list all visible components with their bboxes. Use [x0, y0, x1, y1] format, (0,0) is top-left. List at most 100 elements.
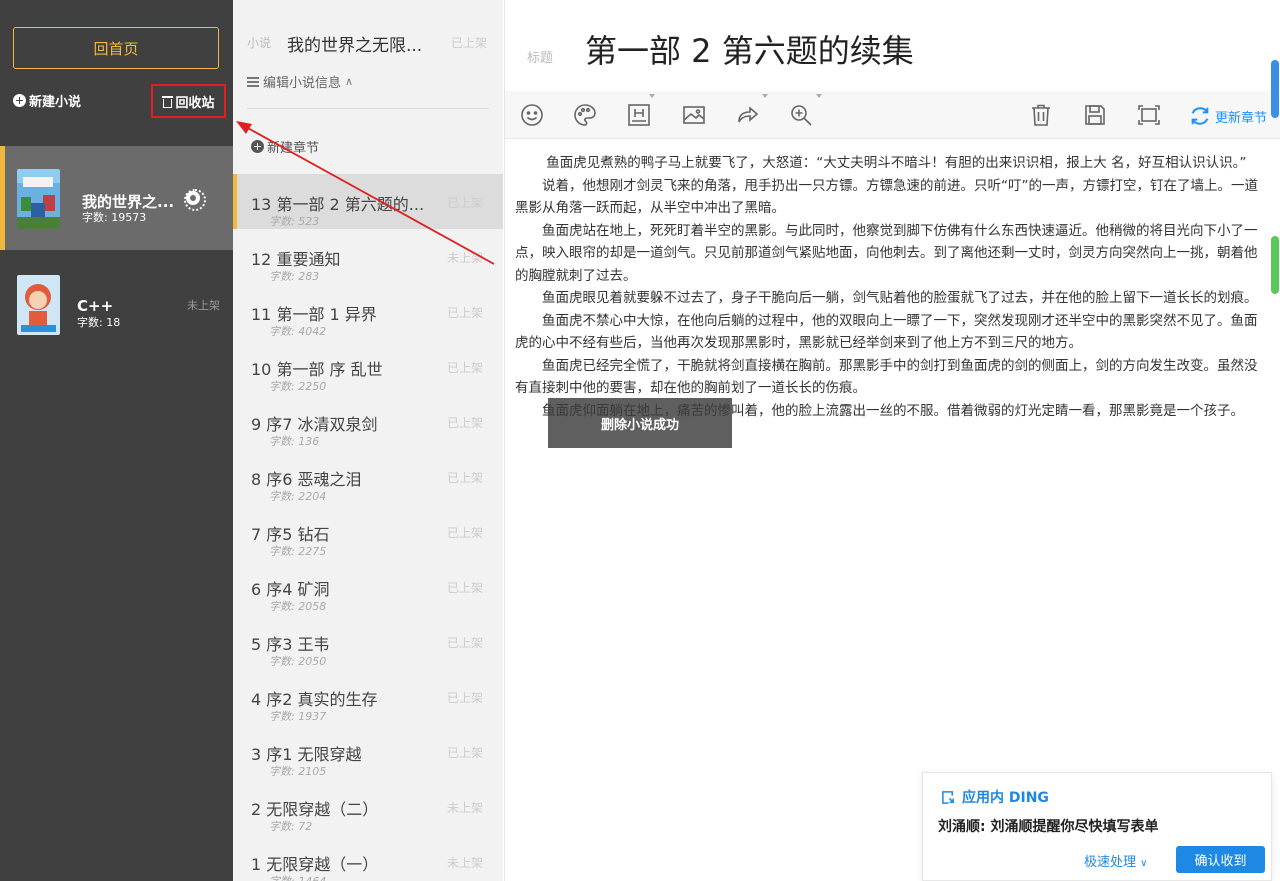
confirm-received-button[interactable]: 确认收到 — [1176, 846, 1265, 873]
chapter-word-count: 字数: 1937 — [269, 710, 327, 723]
chapter-word-count: 字数: 2275 — [269, 545, 327, 558]
chapter-status: 未上架 — [447, 251, 484, 265]
chapter-item[interactable]: 4 序2 真实的生存 字数: 1937 已上架 — [233, 669, 503, 724]
caret-down-icon[interactable] — [762, 94, 768, 98]
novel-item[interactable]: 我的世界之... 字数: 19573 — [0, 146, 233, 250]
chapter-status: 已上架 — [447, 636, 484, 650]
chapter-word-count: 字数: 283 — [269, 270, 320, 283]
chapter-item[interactable]: 9 序7 冰清双泉剑 字数: 136 已上架 — [233, 394, 503, 449]
novel-status: 未上架 — [187, 299, 220, 312]
caret-down-icon[interactable] — [816, 94, 822, 98]
new-chapter-button[interactable]: 新建章节 — [251, 137, 319, 156]
edit-novel-info-label: 编辑小说信息 — [263, 76, 342, 91]
content-paragraph: 鱼面虎不禁心中大惊，在他向后躺的过程中，他的双眼向上一瞟了一下，突然发现刚才还半… — [515, 312, 1258, 352]
chapter-item[interactable]: 1 无限穿越（一）字数: 1464 未上架 — [233, 834, 503, 881]
home-button[interactable]: 回首页 — [13, 27, 219, 69]
chapter-word-count: 字数: 1464 — [269, 873, 326, 881]
chapter-content-editor[interactable]: 鱼面虎见煮熟的鸭子马上就要飞了，大怒道：“大丈夫明斗不暗斗！有胆的出来识识相，报… — [515, 152, 1267, 422]
chapter-item[interactable]: 3 序1 无限穿越 字数: 2105 已上架 — [233, 724, 503, 779]
quick-process-button[interactable]: 极速处理 ∨ — [1084, 851, 1147, 870]
chapter-item[interactable]: 13 第一部 2 第六题的... 字数: 523 已上架 — [233, 174, 503, 229]
chapter-word-count: 字数: 2105 — [269, 765, 327, 778]
novel-item[interactable]: C++ 字数: 18 未上架 — [0, 252, 233, 356]
chapter-item[interactable]: 11 第一部 1 异界 字数: 4042 已上架 — [233, 284, 503, 339]
content-paragraph: 说着，他想刚才剑灵飞来的角落，甩手扔出一只方镖。方镖急速的前进。只听“叮”的一声… — [515, 177, 1258, 217]
chapter-status: 已上架 — [447, 581, 484, 595]
chapter-word-count: 字数: 2204 — [269, 490, 327, 503]
trash-icon[interactable] — [1029, 103, 1053, 127]
chapter-title-input[interactable]: 第一部 2 第六题的续集 — [585, 26, 914, 72]
save-icon[interactable] — [1083, 103, 1107, 127]
chapter-status: 已上架 — [447, 746, 484, 760]
app-root: 回首页 新建小说 回收站 我的世界之... 字数: 19573 C++ 字数: … — [0, 0, 1280, 881]
chapter-status: 已上架 — [447, 526, 484, 540]
new-chapter-label: 新建章节 — [267, 141, 320, 156]
update-chapter-label: 更新章节 — [1215, 110, 1268, 126]
ding-message: 刘涌顺: 刘涌顺提醒你尽快填写表单 — [938, 819, 1159, 835]
caret-down-icon[interactable] — [649, 94, 655, 98]
novel-word-count: 字数: 19573 — [82, 211, 147, 224]
plus-circle-icon — [251, 140, 264, 153]
sidebar: 回首页 新建小说 回收站 我的世界之... 字数: 19573 C++ 字数: … — [0, 0, 233, 881]
novel-cover-image — [17, 275, 60, 335]
emoji-icon[interactable] — [520, 103, 544, 127]
chapter-item[interactable]: 2 无限穿越（二） 字数: 72 未上架 — [233, 779, 503, 834]
chapter-item[interactable]: 10 第一部 序 乱世 字数: 2250 已上架 — [233, 339, 503, 394]
content-paragraph: 鱼面虎已经完全慌了，干脆就将剑直接横在胸前。那黑影手中的剑打到鱼面虎的剑的侧面上… — [515, 357, 1258, 397]
chapter-title: 7 序5 钻石 — [251, 525, 330, 544]
novel-word-count: 字数: 18 — [77, 316, 121, 329]
chapter-word-count: 字数: 523 — [269, 215, 320, 228]
chapter-title: 2 无限穿越（二） — [251, 800, 379, 819]
chapter-item[interactable]: 7 序5 钻石 字数: 2275 已上架 — [233, 504, 503, 559]
chapter-word-count: 字数: 2058 — [269, 600, 327, 613]
novel-status: 已上架 — [451, 36, 488, 50]
new-novel-button[interactable]: 新建小说 — [13, 91, 81, 110]
chapter-word-count: 字数: 2050 — [269, 655, 327, 668]
heading-icon[interactable] — [627, 103, 651, 127]
palette-icon[interactable] — [573, 103, 597, 127]
content-paragraph: 鱼面虎站在地上，死死盯着半空的黑影。与此同时，他察觉到脚下仿佛有什么东西快速逼近… — [515, 222, 1258, 284]
chapter-title: 10 第一部 序 乱世 — [251, 360, 383, 379]
image-icon[interactable] — [682, 103, 706, 127]
chapter-title: 3 序1 无限穿越 — [251, 745, 362, 764]
chapter-status: 未上架 — [447, 856, 484, 870]
divider — [247, 108, 489, 109]
editor-toolbar: 更新章节 — [505, 91, 1280, 139]
quick-process-label: 极速处理 — [1084, 855, 1137, 870]
novel-title: C++ — [77, 297, 114, 315]
chapter-title: 4 序2 真实的生存 — [251, 690, 378, 709]
chapter-panel: 小说 我的世界之无限... 已上架 编辑小说信息 ∧ 新建章节 13 第一部 2… — [233, 0, 503, 881]
chapter-item[interactable]: 12 重要通知 字数: 283 未上架 — [233, 229, 503, 284]
chapter-item[interactable]: 6 序4 矿洞 字数: 2058 已上架 — [233, 559, 503, 614]
chapter-title: 6 序4 矿洞 — [251, 580, 330, 599]
chapter-status: 已上架 — [447, 691, 484, 705]
chapter-status: 已上架 — [447, 471, 484, 485]
chapter-title: 12 重要通知 — [251, 250, 341, 269]
zoom-in-icon[interactable] — [789, 103, 813, 127]
gear-icon[interactable] — [184, 189, 206, 211]
chapter-item[interactable]: 8 序6 恶魂之泪 字数: 2204 已上架 — [233, 449, 503, 504]
chapter-word-count: 字数: 136 — [269, 435, 320, 448]
chapter-word-count: 字数: 4042 — [269, 325, 327, 338]
ding-title: 应用内 DING — [962, 790, 1049, 806]
refresh-icon — [1191, 107, 1209, 125]
edit-novel-info-button[interactable]: 编辑小说信息 ∧ — [247, 72, 353, 91]
scrollbar-thumb[interactable] — [1271, 60, 1279, 118]
chapter-title: 5 序3 王韦 — [251, 635, 330, 654]
chapter-word-count: 字数: 72 — [269, 820, 313, 833]
novel-cover-image — [17, 169, 60, 229]
chevron-down-icon: ∨ — [1140, 858, 1148, 869]
chapter-title: 1 无限穿越（一） — [251, 855, 379, 874]
ding-header: 应用内 DING — [941, 787, 1049, 807]
share-icon[interactable] — [736, 103, 760, 127]
scrollbar-thumb[interactable] — [1271, 236, 1279, 294]
chapter-status: 未上架 — [447, 801, 484, 815]
chapter-word-count: 字数: 2250 — [269, 380, 327, 393]
title-label: 标题 — [527, 51, 554, 66]
ding-icon — [942, 790, 954, 804]
chapter-status: 已上架 — [447, 196, 484, 210]
recycle-bin-button[interactable]: 回收站 — [151, 84, 226, 118]
update-chapter-button[interactable]: 更新章节 — [1189, 105, 1267, 127]
fullscreen-icon[interactable] — [1137, 103, 1161, 127]
chapter-item[interactable]: 5 序3 王韦 字数: 2050 已上架 — [233, 614, 503, 669]
